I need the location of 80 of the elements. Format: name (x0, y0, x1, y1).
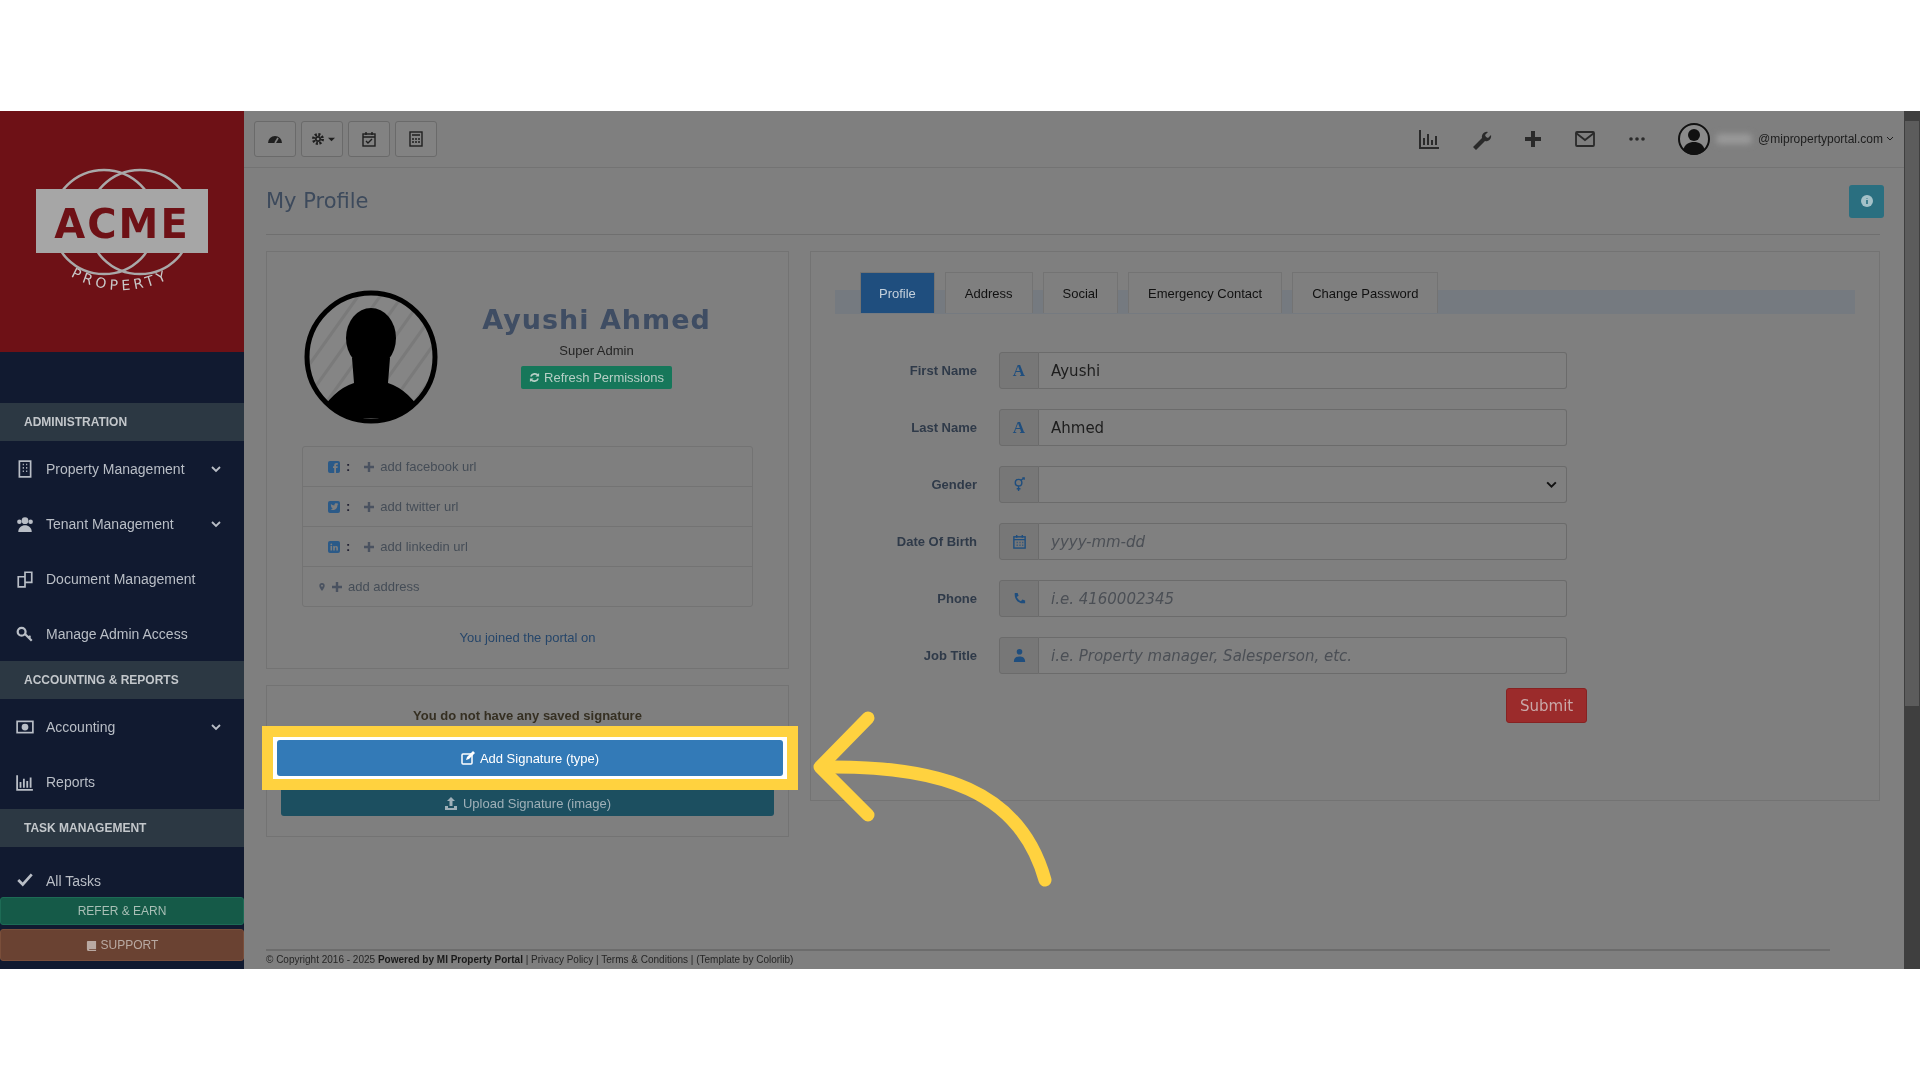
dashboard-button[interactable] (254, 121, 296, 157)
menu-icon (16, 569, 34, 588)
refresh-icon (529, 371, 541, 383)
calendar-button[interactable] (348, 121, 390, 157)
tab[interactable]: Social (1042, 272, 1118, 313)
sidebar-section-title: ACCOUNTING & REPORTS (0, 661, 244, 699)
sidebar-item[interactable]: All Tasks (0, 847, 244, 893)
submit-button[interactable]: Submit (1506, 688, 1588, 723)
sidebar-section-title: TASK MANAGEMENT (0, 809, 244, 847)
field-label: Last Name (910, 420, 978, 435)
tab[interactable]: Change Password (1292, 272, 1439, 313)
colon-separator: : (346, 539, 351, 554)
field-label: Gender (930, 477, 978, 492)
add-signature-button[interactable]: Add Signature (type) (277, 740, 783, 776)
footer-text: © Copyright 2016 - 2025 Powered by MI Property Portal | Privacy Policy | Terms & Conditions | (Template by Colorlib) (266, 949, 1830, 965)
bar-chart-icon[interactable] (1418, 128, 1441, 150)
page-title: My Profile (266, 189, 369, 213)
letter-icon: A (1012, 417, 1026, 438)
facebook-icon (328, 460, 340, 473)
profile-role: Super Admin (559, 342, 634, 358)
menu-icon (16, 459, 34, 478)
menu-icon (16, 871, 34, 889)
input-field[interactable]: Ayushi (1039, 352, 1567, 389)
user-email[interactable]: @mipropertyportal.com (1758, 132, 1894, 146)
tab[interactable]: Emergency Contact (1128, 272, 1283, 313)
caret-icon (327, 135, 335, 143)
colon-separator: : (346, 459, 351, 474)
user-avatar-icon[interactable] (1678, 123, 1711, 155)
sidebar-item[interactable]: Tenant Management (0, 496, 244, 551)
scrollbar[interactable] (1904, 111, 1920, 969)
letter-icon: A (1012, 360, 1026, 381)
sidebar-item[interactable]: Document Management (0, 551, 244, 606)
book-icon (85, 939, 97, 951)
plus-icon (332, 581, 342, 592)
sidebar-item[interactable]: Reports (0, 754, 244, 809)
refer-button[interactable]: REFER & EARN (0, 897, 244, 925)
edit-icon (460, 751, 475, 765)
settings-button[interactable] (301, 121, 343, 157)
calculator-icon (408, 131, 424, 147)
linkedin-icon (328, 540, 340, 553)
tab[interactable]: Address (944, 272, 1033, 313)
field-label: First Name (908, 363, 978, 378)
logo-word: ACME (54, 200, 190, 247)
sidebar-section-title: ADMINISTRATION (0, 403, 244, 441)
calculator-button[interactable] (395, 121, 437, 157)
twitter-icon (328, 500, 340, 513)
info-button[interactable] (1849, 184, 1884, 218)
upload-icon (443, 796, 458, 810)
field-label: Date Of Birth (895, 534, 978, 549)
map-pin-icon (318, 580, 326, 593)
mail-icon[interactable] (1574, 128, 1597, 150)
field-label: Phone (936, 591, 978, 606)
signature-message: You do not have any saved signature (412, 708, 643, 725)
info-icon (1860, 195, 1873, 207)
plus-icon (364, 501, 375, 512)
calendar-check-icon (361, 131, 377, 147)
sidebar-item[interactable]: Manage Admin Access (0, 606, 244, 661)
plus-icon (364, 461, 375, 472)
sidebar-item[interactable]: Accounting (0, 699, 244, 754)
select-field[interactable] (1039, 466, 1567, 503)
joined-text: You joined the portal on (458, 630, 597, 645)
chevron-down-icon (1886, 135, 1894, 143)
upload-signature-button[interactable]: Upload Signature (image) (281, 790, 774, 816)
person-icon (1011, 648, 1027, 663)
tab[interactable]: Profile (860, 272, 935, 313)
menu-icon (16, 624, 34, 643)
input-field[interactable]: Ahmed (1039, 409, 1567, 446)
menu-icon (16, 514, 34, 533)
colon-separator: : (346, 499, 351, 514)
sidebar-item[interactable]: Property Management (0, 441, 244, 496)
field-label: Job Title (922, 648, 978, 663)
support-button[interactable]: SUPPORT (0, 929, 244, 961)
refresh-permissions-button[interactable]: Refresh Permissions (521, 365, 672, 389)
plus-icon (364, 541, 375, 552)
profile-name: Ayushi Ahmed (482, 303, 711, 335)
settings-icon (309, 131, 326, 147)
avatar-silhouette-icon (302, 288, 440, 426)
logo-subtitle: PROPERTY (69, 264, 172, 293)
calendar-icon (1011, 534, 1027, 549)
menu-icon (16, 772, 34, 791)
